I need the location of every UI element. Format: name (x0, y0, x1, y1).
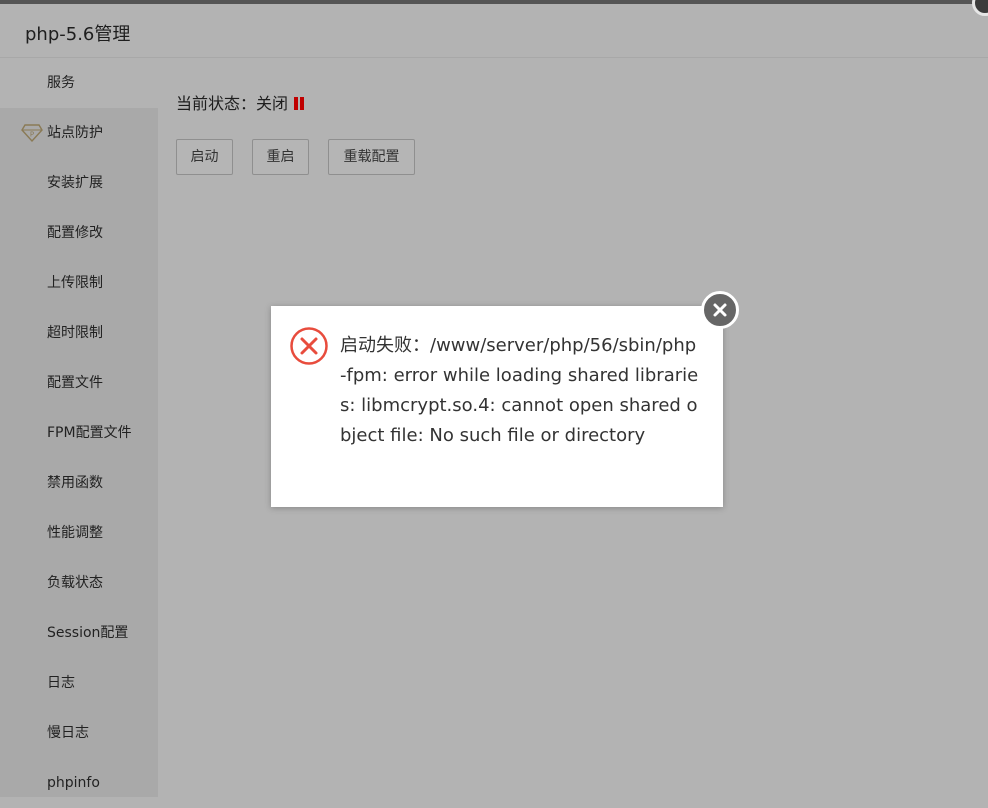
sidebar-item-log[interactable]: 日志 (0, 658, 158, 708)
dialog-close-icon[interactable] (701, 291, 739, 329)
sidebar-item-label: 服务 (47, 75, 75, 91)
sidebar-item-phpinfo[interactable]: phpinfo (0, 758, 158, 808)
svg-text:P: P (30, 131, 34, 139)
start-button[interactable]: 启动 (176, 139, 233, 175)
error-dialog: 启动失败：/www/server/php/56/sbin/php-fpm: er… (271, 306, 723, 507)
sidebar-item-label: 负载状态 (47, 575, 103, 591)
pause-icon (294, 95, 306, 114)
sidebar-item-label: Session配置 (47, 625, 129, 641)
sidebar-item-upload-limit[interactable]: 上传限制 (0, 258, 158, 308)
error-icon (290, 327, 328, 365)
sidebar-item-disabled-functions[interactable]: 禁用函数 (0, 458, 158, 508)
sidebar-item-label: 配置文件 (47, 375, 103, 391)
reload-config-button[interactable]: 重载配置 (328, 139, 415, 175)
sidebar-item-timeout-limit[interactable]: 超时限制 (0, 308, 158, 358)
diamond-icon: P (21, 124, 43, 142)
sidebar-item-site-protection[interactable]: P 站点防护 (0, 108, 158, 158)
sidebar-item-label: 上传限制 (47, 275, 103, 291)
sidebar-item-performance[interactable]: 性能调整 (0, 508, 158, 558)
window-title: php-5.6管理 (25, 24, 131, 45)
sidebar-item-config-edit[interactable]: 配置修改 (0, 208, 158, 258)
sidebar-item-label: 慢日志 (47, 725, 89, 741)
service-status: 当前状态：关闭 (176, 90, 306, 114)
sidebar-item-label: 配置修改 (47, 225, 103, 241)
sidebar-item-slow-log[interactable]: 慢日志 (0, 708, 158, 758)
window-header: php-5.6管理 (0, 4, 988, 58)
status-text: 当前状态：关闭 (176, 94, 289, 113)
sidebar-item-label: 超时限制 (47, 325, 103, 341)
sidebar-item-label: 日志 (47, 675, 75, 691)
sidebar-item-config-file[interactable]: 配置文件 (0, 358, 158, 408)
sidebar-item-label: phpinfo (47, 775, 100, 791)
sidebar-item-label: FPM配置文件 (47, 425, 132, 441)
sidebar-item-label: 性能调整 (47, 525, 103, 541)
sidebar-item-install-extensions[interactable]: 安装扩展 (0, 158, 158, 208)
sidebar-item-fpm-config-file[interactable]: FPM配置文件 (0, 408, 158, 458)
sidebar-item-load-status[interactable]: 负载状态 (0, 558, 158, 608)
sidebar: 服务 P 站点防护 安装扩展 配置修改 上传限制 超时限制 配置文件 FPM配置… (0, 58, 158, 797)
sidebar-item-service[interactable]: 服务 (0, 58, 158, 108)
restart-button[interactable]: 重启 (252, 139, 309, 175)
sidebar-item-label: 站点防护 (47, 125, 103, 141)
sidebar-item-session-config[interactable]: Session配置 (0, 608, 158, 658)
error-message: 启动失败：/www/server/php/56/sbin/php-fpm: er… (340, 335, 699, 446)
sidebar-item-label: 禁用函数 (47, 475, 103, 491)
sidebar-item-label: 安装扩展 (47, 175, 103, 191)
